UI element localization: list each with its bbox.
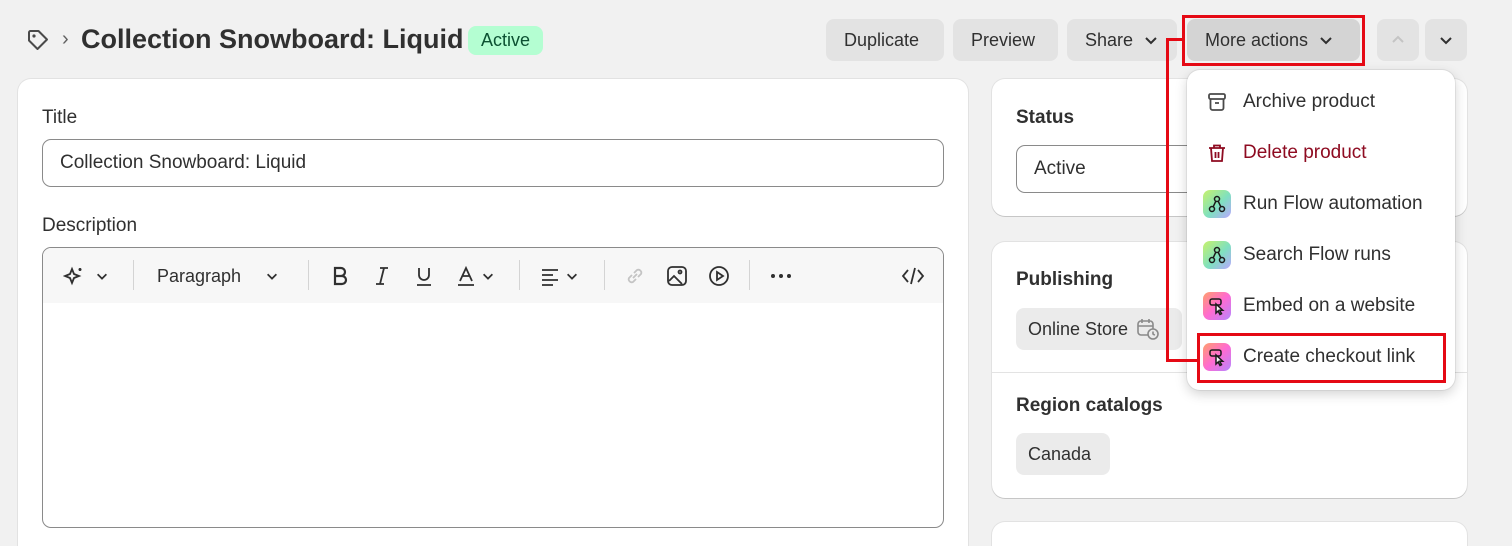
highlight-connector [1166,38,1169,362]
online-store-label: Online Store [1028,319,1129,339]
duplicate-button[interactable]: Duplicate [826,19,944,61]
preview-button[interactable]: Preview [953,19,1058,61]
additional-card [992,522,1467,546]
code-icon [901,267,925,285]
link-icon [627,268,643,284]
code-view-button[interactable] [901,262,925,290]
chevron-up-icon [1392,35,1404,43]
menu-item-search-flow-runs[interactable]: Search Flow runs [1203,237,1391,273]
title-label: Title [42,107,78,128]
chevron-down-icon [97,273,107,280]
buy-button-icon [1203,292,1231,320]
highlight-connector [1166,38,1184,41]
flow-icon [1203,241,1231,269]
menu-item-archive-product[interactable]: Archive product [1203,84,1375,120]
title-input[interactable]: Collection Snowboard: Liquid [42,139,944,187]
breadcrumb-separator: › [62,28,69,50]
bold-button[interactable] [329,262,351,290]
highlight-box-more-actions [1182,15,1365,66]
insert-video-button[interactable] [708,262,730,290]
chevron-down-icon [567,273,577,280]
menu-item-label: Run Flow automation [1243,193,1423,214]
page-title: Collection Snowboard: Liquid [81,24,464,54]
calendar-clock-icon [1137,319,1159,340]
menu-item-label: Delete product [1243,142,1367,163]
publishing-heading: Publishing [1016,269,1114,290]
video-icon [709,266,729,286]
status-badge: Active [468,26,544,55]
paragraph-style-select[interactable]: Paragraph [157,262,279,290]
italic-button[interactable] [371,262,393,290]
ai-assist-button[interactable] [63,262,109,290]
archive-icon [1203,88,1231,116]
alignment-button[interactable] [539,262,579,290]
link-button[interactable] [624,262,646,290]
menu-item-delete-product[interactable]: Delete product [1203,135,1367,171]
duplicate-label: Duplicate [844,30,920,50]
next-product-button[interactable] [1425,19,1467,61]
chevron-down-icon [483,273,493,280]
text-color-icon [458,265,474,286]
highlight-connector [1166,359,1198,362]
chevron-down-icon [1145,37,1157,45]
region-chip-canada[interactable]: Canada [1016,433,1110,475]
editor-toolbar: Paragraph [43,248,943,303]
menu-item-label: Embed on a website [1243,295,1416,316]
align-left-icon [542,269,558,286]
menu-item-run-flow-automation[interactable]: Run Flow automation [1203,186,1423,222]
chevron-down-icon [1440,37,1452,45]
chevron-down-icon [267,273,278,280]
flow-icon [1203,190,1231,218]
preview-label: Preview [971,30,1036,50]
insert-image-button[interactable] [666,262,688,290]
highlight-box-checkout-link [1197,333,1446,383]
text-color-button[interactable] [455,262,495,290]
underline-button[interactable] [413,262,435,290]
menu-item-label: Search Flow runs [1243,244,1391,265]
image-icon [667,266,687,286]
more-formatting-button[interactable] [769,262,793,290]
share-label: Share [1085,30,1134,50]
more-horizontal-icon [771,274,791,278]
description-label: Description [42,215,138,236]
paragraph-label: Paragraph [157,265,242,286]
share-button[interactable]: Share [1067,19,1177,61]
status-heading: Status [1016,107,1075,128]
menu-item-embed-on-website[interactable]: Embed on a website [1203,288,1415,324]
region-catalogs-heading: Region catalogs [1016,395,1163,416]
trash-icon [1203,139,1231,167]
sparkle-icon [63,266,82,286]
description-editor[interactable]: Paragraph [42,247,944,528]
bold-icon [333,266,348,286]
online-store-channel-chip[interactable]: Online Store [1016,308,1182,350]
underline-icon [417,268,431,286]
product-tag-icon[interactable] [26,28,50,52]
previous-product-button[interactable] [1377,19,1419,61]
italic-icon [376,267,388,285]
menu-item-label: Archive product [1243,91,1376,112]
